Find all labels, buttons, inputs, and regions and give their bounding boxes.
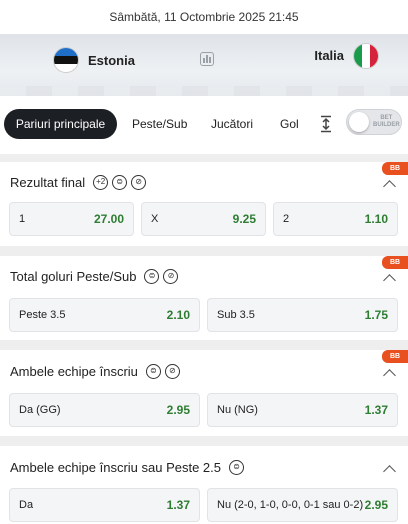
odd-button[interactable]: 2 1.10 <box>273 202 398 236</box>
odd-button[interactable]: 1 27.00 <box>9 202 134 236</box>
collapse-chevron-icon[interactable] <box>383 369 396 382</box>
tab-over-under[interactable]: Peste/Sub <box>132 109 187 139</box>
expand-collapse-icon[interactable] <box>318 115 334 133</box>
collapse-chevron-icon[interactable] <box>383 274 396 287</box>
stacked-icon: ⊜ <box>144 269 160 284</box>
plus-two-icon: +2 <box>93 175 109 190</box>
header-decoration <box>0 86 408 96</box>
stats-icon[interactable] <box>200 52 214 66</box>
market-btts-or-over: Ambele echipe înscriu sau Peste 2.5 ⊜ Da… <box>0 446 408 524</box>
no-icon: ⊘ <box>163 269 179 284</box>
tab-main-bets[interactable]: Pariuri principale <box>4 109 117 139</box>
odd-button[interactable]: Nu (2-0, 1-0, 0-0, 0-1 sau 0-2) 2.95 <box>207 488 398 522</box>
market-title[interactable]: Ambele echipe înscriu ⊜ ⊘ <box>10 364 180 379</box>
away-team-name: Italia <box>314 48 344 63</box>
bet-builder-badge: BB <box>382 350 408 363</box>
bet-builder-toggle[interactable]: BET BUILDER <box>346 109 402 135</box>
tab-goals[interactable]: Gol <box>280 109 299 139</box>
stacked-icon: ⊜ <box>145 364 161 379</box>
stacked-icon: ⊜ <box>112 175 128 190</box>
bet-builder-label: BET BUILDER <box>373 115 400 128</box>
no-icon: ⊘ <box>164 364 180 379</box>
tab-players[interactable]: Jucători <box>211 109 253 139</box>
odd-button[interactable]: Peste 3.5 2.10 <box>9 298 200 332</box>
collapse-chevron-icon[interactable] <box>383 180 396 193</box>
odd-button[interactable]: Da (GG) 2.95 <box>9 393 200 427</box>
market-title[interactable]: Total goluri Peste/Sub ⊜ ⊘ <box>10 269 179 284</box>
collapse-chevron-icon[interactable] <box>383 465 396 478</box>
no-icon: ⊘ <box>131 175 147 190</box>
bet-builder-badge: BB <box>382 256 408 269</box>
home-team: Estonia <box>54 48 135 72</box>
odd-button[interactable]: X 9.25 <box>141 202 266 236</box>
toggle-knob <box>349 112 369 132</box>
odd-button[interactable]: Nu (NG) 1.37 <box>207 393 398 427</box>
odd-button[interactable]: Da 1.37 <box>9 488 200 522</box>
stacked-icon: ⊜ <box>229 460 245 475</box>
match-header: Estonia Italia <box>0 34 408 96</box>
market-total-goals: BB Total goluri Peste/Sub ⊜ ⊘ Peste 3.5 2… <box>0 256 408 340</box>
market-both-teams-score: BB Ambele echipe înscriu ⊜ ⊘ Da (GG) 2.95… <box>0 350 408 436</box>
match-datetime: Sâmbătă, 11 Octombrie 2025 21:45 <box>0 0 408 34</box>
market-title[interactable]: Rezultat final +2 ⊜ ⊘ <box>10 175 147 190</box>
home-team-name: Estonia <box>88 52 135 68</box>
bet-builder-badge: BB <box>382 162 408 175</box>
odd-button[interactable]: Sub 3.5 1.75 <box>207 298 398 332</box>
estonia-flag-icon <box>54 48 78 72</box>
market-final-result: BB Rezultat final +2 ⊜ ⊘ 1 27.00 X 9.25 21… <box>0 162 408 246</box>
market-tabs: Pariuri principale Peste/Sub Jucători Go… <box>0 96 408 154</box>
italy-flag-icon <box>354 43 379 68</box>
away-team: Italia <box>314 43 379 68</box>
market-title[interactable]: Ambele echipe înscriu sau Peste 2.5 ⊜ <box>10 460 245 475</box>
